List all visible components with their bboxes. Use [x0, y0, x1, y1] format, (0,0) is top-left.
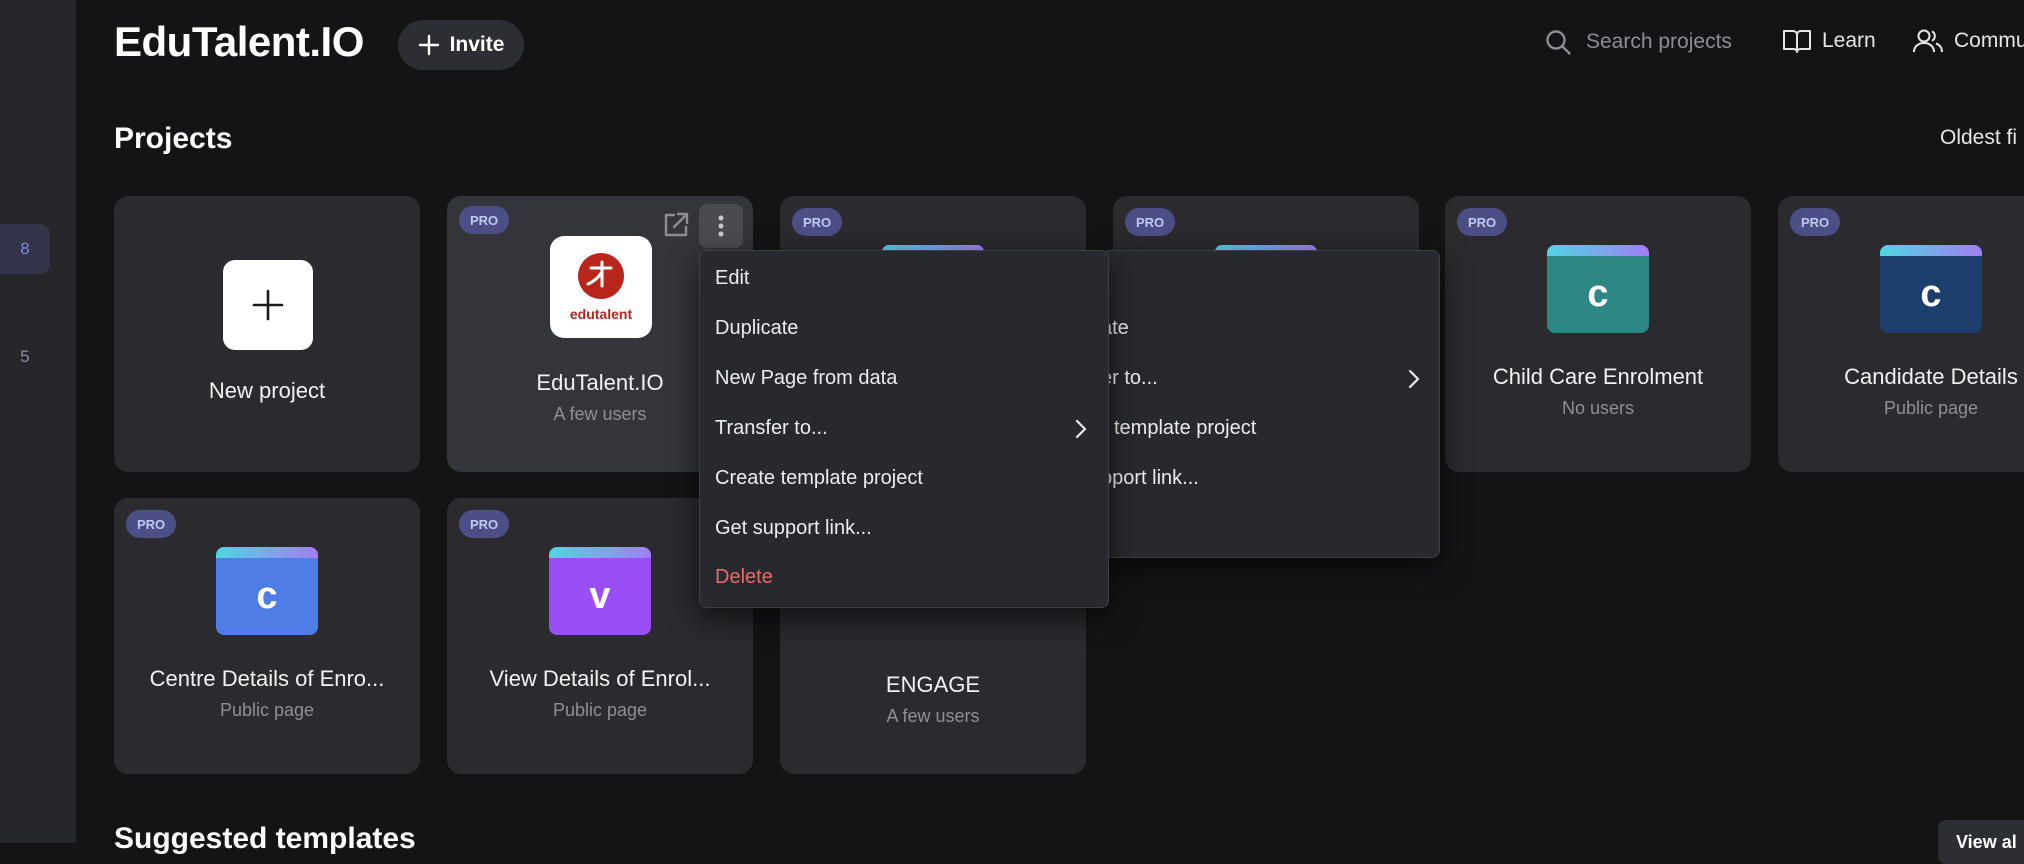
project-users: Public page — [219, 700, 315, 720]
project-name: Child Care Enrolment — [1492, 364, 1704, 389]
pro-badge: PRO — [126, 510, 177, 538]
menu-item-support-link[interactable]: Get support link... — [715, 517, 872, 540]
users-icon — [1913, 29, 1943, 53]
project-context-menu: Edit Duplicate New Page from data Transf… — [699, 250, 1109, 608]
edutalent-logo-text: edutalent — [569, 306, 633, 322]
menu-item-template-partial[interactable]: template project — [1114, 417, 1256, 440]
menu-item-transfer[interactable]: Transfer to... — [715, 417, 828, 440]
chevron-right-icon — [1075, 419, 1087, 439]
new-project-plus — [223, 260, 313, 350]
pro-badge: PRO — [1457, 208, 1508, 236]
project-users: Public page — [1883, 398, 1979, 418]
book-icon — [1783, 30, 1811, 53]
pro-badge: PRO — [792, 208, 843, 236]
edutalent-logo: edutalent — [550, 236, 652, 338]
sidebar-item-8[interactable]: 8 — [0, 224, 50, 274]
project-card-candidate[interactable]: PRO c Candidate Details Public page — [1778, 196, 2024, 472]
projects-title: Projects — [114, 122, 233, 155]
kebab-icon — [718, 215, 724, 237]
more-options-button[interactable] — [699, 204, 743, 248]
menu-item-delete[interactable]: Delete — [715, 566, 773, 589]
project-users: A few users — [886, 706, 980, 726]
community-link[interactable]: Commu — [1912, 28, 2024, 54]
background-context-menu: ate er to... template project pport link… — [1100, 250, 1440, 558]
project-name: Centre Details of Enro... — [149, 666, 385, 691]
learn-link[interactable]: Learn — [1782, 28, 1876, 54]
project-users: Public page — [552, 700, 648, 720]
plus-icon — [252, 289, 284, 321]
edutalent-logo-mark — [578, 253, 624, 299]
pro-badge: PRO — [1790, 208, 1841, 236]
suggested-templates-title: Suggested templates — [114, 822, 416, 855]
app-icon: c — [1880, 245, 1982, 333]
chevron-right-icon — [1408, 369, 1420, 389]
app-icon: c — [1547, 245, 1649, 333]
workspace-title: EduTalent.IO — [114, 18, 364, 65]
project-name: Candidate Details — [1844, 364, 2018, 389]
menu-item-new-page-from-data[interactable]: New Page from data — [715, 367, 897, 390]
project-card-child-care[interactable]: PRO c Child Care Enrolment No users — [1445, 196, 1751, 472]
sidebar-item-5[interactable]: 5 — [0, 332, 50, 382]
app-icon: v — [549, 547, 651, 635]
view-all-button[interactable]: View al — [1938, 820, 2024, 864]
menu-item-support-partial[interactable]: pport link... — [1101, 467, 1199, 490]
new-project-card[interactable]: New project — [114, 196, 420, 472]
project-users: No users — [1561, 398, 1635, 418]
project-card-centre-details[interactable]: PRO c Centre Details of Enro... Public p… — [114, 498, 420, 774]
external-link-icon[interactable] — [661, 210, 691, 240]
sort-dropdown[interactable]: Oldest fi — [1940, 126, 2017, 150]
plus-icon — [418, 34, 439, 56]
invite-button[interactable]: Invite — [398, 20, 524, 70]
project-name: ENGAGE — [885, 672, 981, 697]
menu-item-duplicate[interactable]: Duplicate — [715, 317, 798, 340]
search-input[interactable]: Search projects — [1544, 28, 1732, 56]
pro-badge: PRO — [459, 510, 510, 538]
menu-item-transfer-partial[interactable]: er to... — [1101, 367, 1158, 390]
search-icon — [1546, 30, 1571, 55]
menu-item-create-template[interactable]: Create template project — [715, 467, 923, 490]
app-icon: c — [216, 547, 318, 635]
sidebar: 8 5 — [0, 0, 76, 843]
menu-item-edit[interactable]: Edit — [715, 267, 749, 290]
project-name: View Details of Enrol... — [489, 666, 711, 691]
pro-badge: PRO — [459, 206, 510, 234]
new-project-label: New project — [208, 378, 326, 403]
pro-badge: PRO — [1125, 208, 1176, 236]
